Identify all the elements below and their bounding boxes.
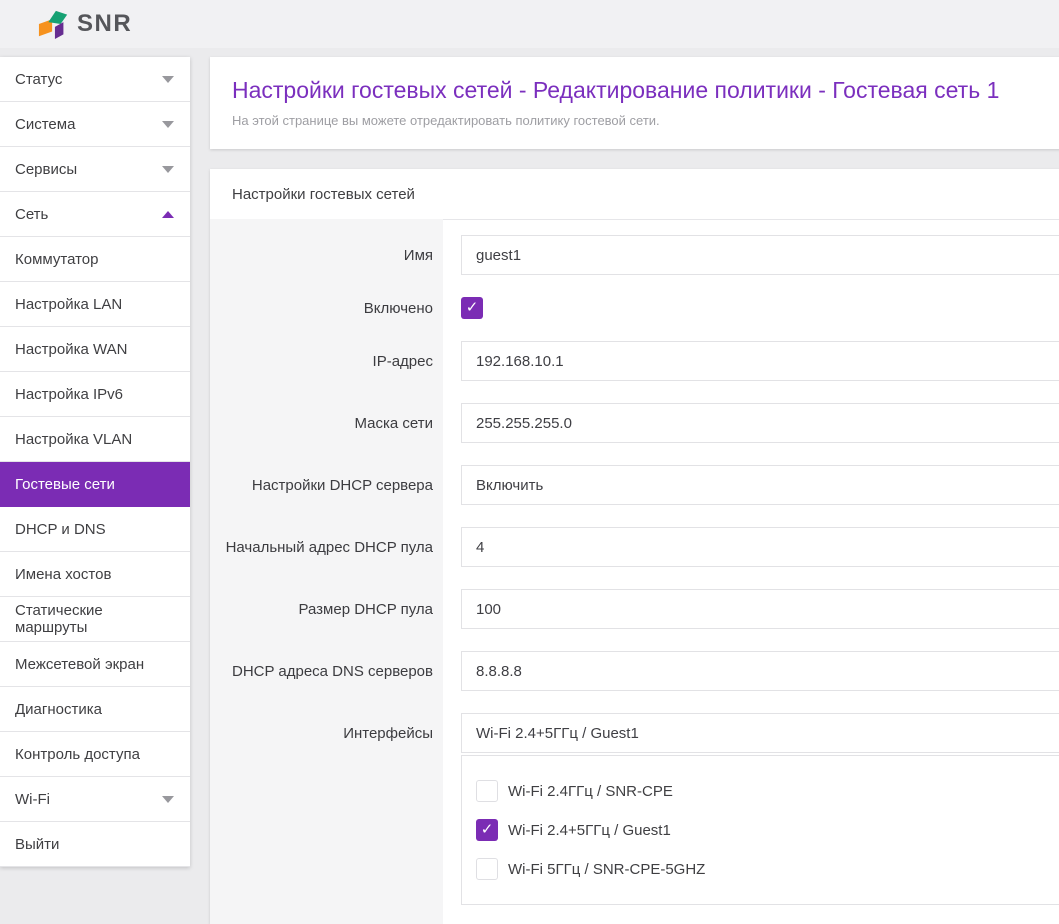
snr-logo-icon xyxy=(38,7,70,41)
dhcp-pool-size-input[interactable] xyxy=(461,589,1059,629)
sidebar-item-label: Настройка WAN xyxy=(15,341,127,358)
sidebar-item-firewall[interactable]: Межсетевой экран xyxy=(0,642,190,687)
snr-logo: SNR xyxy=(38,7,132,41)
chevron-down-icon xyxy=(162,166,174,173)
dhcp-server-select[interactable] xyxy=(461,465,1059,505)
dhcp-pool-start-input[interactable] xyxy=(461,527,1059,567)
sidebar-item-ipv6-settings[interactable]: Настройка IPv6 xyxy=(0,372,190,417)
sidebar-item-lan-settings[interactable]: Настройка LAN xyxy=(0,282,190,327)
main-content: Настройки гостевых сетей - Редактировани… xyxy=(210,57,1059,924)
field-label: Интерфейсы xyxy=(210,702,443,742)
ip-address-row: IP-адрес xyxy=(210,330,1059,392)
option-label: Wi-Fi 2.4+5ГГц / Guest1 xyxy=(508,822,671,839)
sidebar-item-label: Система xyxy=(15,116,75,133)
chevron-up-icon xyxy=(162,211,174,218)
check-icon xyxy=(466,299,479,317)
name-input[interactable] xyxy=(461,235,1059,275)
field-label: Настройки DHCP сервера xyxy=(210,477,443,494)
interface-option-wifi5[interactable]: Wi-Fi 5ГГц / SNR-CPE-5GHZ xyxy=(476,858,1059,880)
check-icon xyxy=(481,821,494,839)
dhcp-pool-size-row: Размер DHCP пула xyxy=(210,578,1059,640)
sidebar-item-label: Выйти xyxy=(15,836,59,853)
sidebar-item-hostnames[interactable]: Имена хостов xyxy=(0,552,190,597)
interface-checkbox[interactable] xyxy=(476,858,498,880)
sidebar-item-status[interactable]: Статус xyxy=(0,57,190,102)
interface-checkbox[interactable] xyxy=(476,780,498,802)
sidebar-item-label: Контроль доступа xyxy=(15,746,140,763)
sidebar-item-label: DHCP и DNS xyxy=(15,521,106,538)
sidebar-item-label: Настройка VLAN xyxy=(15,431,132,448)
sidebar-item-label: Сеть xyxy=(15,206,48,223)
sidebar: Статус Система Сервисы Сеть Коммутатор Н… xyxy=(0,57,190,867)
sidebar-item-label: Коммутатор xyxy=(15,251,98,268)
page-title: Настройки гостевых сетей - Редактировани… xyxy=(232,77,1059,104)
chevron-down-icon xyxy=(162,796,174,803)
netmask-row: Маска сети xyxy=(210,392,1059,454)
sidebar-item-services[interactable]: Сервисы xyxy=(0,147,190,192)
interfaces-option-list: Wi-Fi 2.4ГГц / SNR-CPE Wi-Fi 2.4+5ГГц / … xyxy=(461,755,1059,905)
sidebar-item-label: Имена хостов xyxy=(15,566,111,583)
chevron-down-icon xyxy=(162,76,174,83)
interfaces-input[interactable] xyxy=(461,713,1059,753)
field-label: Размер DHCP пула xyxy=(210,601,443,618)
sidebar-item-label: Настройка IPv6 xyxy=(15,386,123,403)
chevron-down-icon xyxy=(162,121,174,128)
dhcp-dns-row: DHCP адреса DNS серверов xyxy=(210,640,1059,702)
field-label: IP-адрес xyxy=(210,353,443,370)
interface-checkbox[interactable] xyxy=(476,819,498,841)
sidebar-item-label: Настройка LAN xyxy=(15,296,122,313)
sidebar-item-wifi[interactable]: Wi-Fi xyxy=(0,777,190,822)
enabled-checkbox[interactable] xyxy=(461,297,483,319)
topbar: SNR xyxy=(0,0,1059,48)
brand-name: SNR xyxy=(77,10,132,38)
enabled-row: Включено xyxy=(210,286,1059,330)
netmask-input[interactable] xyxy=(461,403,1059,443)
guest-network-card: Настройки гостевых сетей Имя Включено IP… xyxy=(210,169,1059,924)
field-label: Включено xyxy=(210,300,443,317)
sidebar-item-label: Межсетевой экран xyxy=(15,656,144,673)
field-label: Маска сети xyxy=(210,415,443,432)
interface-option-wifi24[interactable]: Wi-Fi 2.4ГГц / SNR-CPE xyxy=(476,780,1059,802)
sidebar-item-logout[interactable]: Выйти xyxy=(0,822,190,867)
sidebar-item-wan-settings[interactable]: Настройка WAN xyxy=(0,327,190,372)
interfaces-row: Интерфейсы Wi-Fi 2.4ГГц / SNR-CPE Wi-Fi xyxy=(210,702,1059,916)
sidebar-item-guest-networks[interactable]: Гостевые сети xyxy=(0,462,190,507)
sidebar-item-network[interactable]: Сеть xyxy=(0,192,190,237)
field-label: Начальный адрес DHCP пула xyxy=(210,539,443,556)
field-label: Имя xyxy=(210,247,443,264)
sidebar-item-label: Wi-Fi xyxy=(15,791,50,808)
sidebar-item-switch[interactable]: Коммутатор xyxy=(0,237,190,282)
page-header-panel: Настройки гостевых сетей - Редактировани… xyxy=(210,57,1059,149)
sidebar-item-vlan-settings[interactable]: Настройка VLAN xyxy=(0,417,190,462)
dhcp-pool-start-row: Начальный адрес DHCP пула xyxy=(210,516,1059,578)
sidebar-item-label: Сервисы xyxy=(15,161,77,178)
name-row: Имя xyxy=(210,224,1059,286)
guest-network-form: Имя Включено IP-адрес xyxy=(210,220,1059,924)
sidebar-item-label: Диагностика xyxy=(15,701,102,718)
field-label: DHCP адреса DNS серверов xyxy=(210,663,443,680)
page-subtitle: На этой странице вы можете отредактирова… xyxy=(232,113,1059,128)
interface-option-wifi245-guest1[interactable]: Wi-Fi 2.4+5ГГц / Guest1 xyxy=(476,819,1059,841)
sidebar-item-label: Гостевые сети xyxy=(15,476,115,493)
sidebar-item-label: Статус xyxy=(15,71,62,88)
dhcp-dns-input[interactable] xyxy=(461,651,1059,691)
sidebar-item-static-routes[interactable]: Статические маршруты xyxy=(0,597,190,642)
ip-address-input[interactable] xyxy=(461,341,1059,381)
card-title: Настройки гостевых сетей xyxy=(210,169,1059,220)
dhcp-server-row: Настройки DHCP сервера xyxy=(210,454,1059,516)
sidebar-item-system[interactable]: Система xyxy=(0,102,190,147)
sidebar-item-access-control[interactable]: Контроль доступа xyxy=(0,732,190,777)
sidebar-item-diagnostics[interactable]: Диагностика xyxy=(0,687,190,732)
sidebar-item-label: Статические маршруты xyxy=(15,602,174,636)
option-label: Wi-Fi 5ГГц / SNR-CPE-5GHZ xyxy=(508,861,705,878)
option-label: Wi-Fi 2.4ГГц / SNR-CPE xyxy=(508,783,673,800)
sidebar-item-dhcp-dns[interactable]: DHCP и DNS xyxy=(0,507,190,552)
